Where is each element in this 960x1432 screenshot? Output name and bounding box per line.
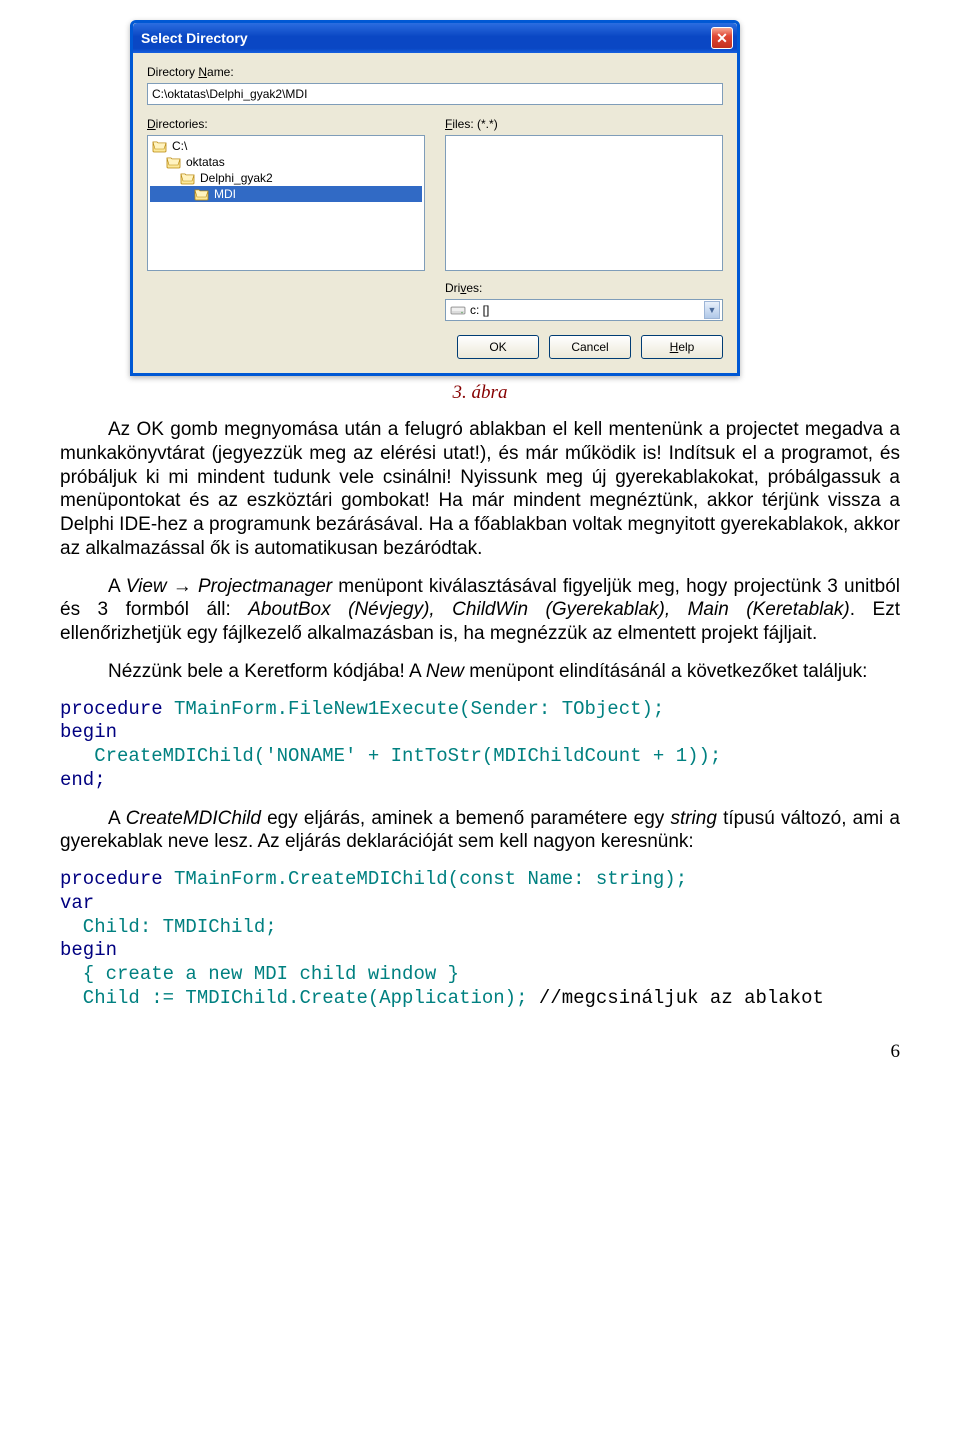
paragraph: Nézzünk bele a Keretform kódjába! A New … bbox=[60, 660, 900, 684]
paragraph: Az OK gomb megnyomása után a felugró abl… bbox=[60, 418, 900, 561]
dir-item[interactable]: C:\ bbox=[150, 138, 422, 154]
help-button[interactable]: Help bbox=[641, 335, 723, 359]
drives-select[interactable]: c: [] ▼ bbox=[445, 299, 723, 321]
folder-open-icon bbox=[152, 139, 168, 153]
files-label: Files: (*.*) bbox=[445, 117, 723, 131]
paragraph: A CreateMDIChild egy eljárás, aminek a b… bbox=[60, 807, 900, 855]
paragraph: A View → Projectmanager menüpont kiválas… bbox=[60, 575, 900, 646]
directories-listbox[interactable]: C:\ oktatas Delphi_gyak2 bbox=[147, 135, 425, 271]
dir-item[interactable]: oktatas bbox=[150, 154, 422, 170]
code-block: procedure TMainForm.FileNew1Execute(Send… bbox=[60, 698, 900, 793]
dir-item-label: MDI bbox=[214, 187, 236, 201]
cancel-button[interactable]: Cancel bbox=[549, 335, 631, 359]
folder-open-icon bbox=[180, 171, 196, 185]
folder-open-icon bbox=[166, 155, 182, 169]
folder-open-icon bbox=[194, 187, 210, 201]
code-block: procedure TMainForm.CreateMDIChild(const… bbox=[60, 868, 900, 1011]
figure-caption: 3. ábra bbox=[60, 382, 900, 404]
dir-item[interactable]: Delphi_gyak2 bbox=[150, 170, 422, 186]
drives-value: c: [] bbox=[470, 303, 489, 317]
dirname-label: Directory Name: bbox=[147, 65, 723, 79]
dir-item-label: C:\ bbox=[172, 139, 187, 153]
dialog-window: Select Directory ✕ Directory Name: Direc… bbox=[130, 20, 900, 376]
page-number: 6 bbox=[60, 1041, 900, 1063]
close-icon: ✕ bbox=[716, 30, 728, 47]
dir-item-selected[interactable]: MDI bbox=[150, 186, 422, 202]
dir-item-label: Delphi_gyak2 bbox=[200, 171, 273, 185]
directories-label: Directories: bbox=[147, 117, 425, 131]
ok-button[interactable]: OK bbox=[457, 335, 539, 359]
files-listbox[interactable] bbox=[445, 135, 723, 271]
chevron-down-icon: ▼ bbox=[704, 301, 720, 319]
dir-item-label: oktatas bbox=[186, 155, 225, 169]
titlebar: Select Directory ✕ bbox=[133, 23, 737, 53]
drives-label: Drives: bbox=[445, 281, 723, 295]
dirname-input[interactable] bbox=[147, 83, 723, 105]
drive-icon bbox=[450, 303, 466, 317]
window-title: Select Directory bbox=[141, 30, 248, 46]
close-button[interactable]: ✕ bbox=[711, 27, 733, 49]
